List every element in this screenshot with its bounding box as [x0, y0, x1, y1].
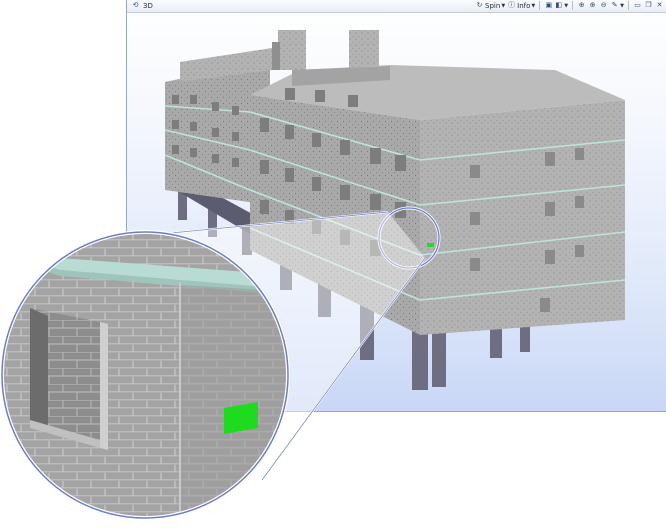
facade-short	[420, 100, 625, 335]
screenshot: ⟲ 3D ↻ Spin ▼ ⓘ Info ▼ ▣ ◧ ▼ ⊕ ⊕ ⊖ ✎ ▼ ▭…	[0, 0, 666, 528]
building-model-render	[0, 30, 626, 520]
chimneys	[272, 30, 379, 72]
selected-element-marker	[427, 243, 434, 247]
